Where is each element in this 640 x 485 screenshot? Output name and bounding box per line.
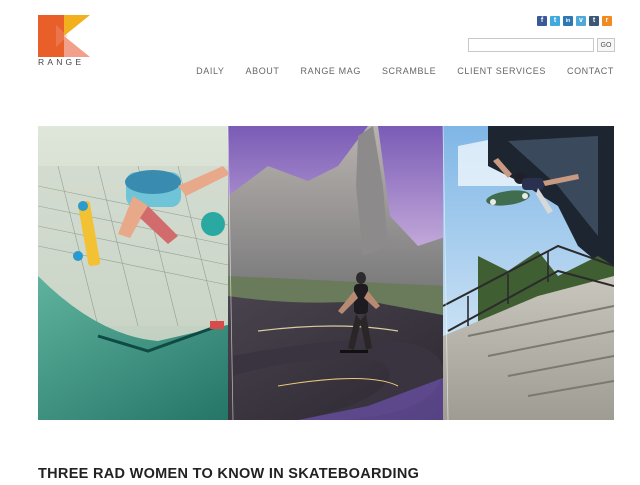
- search-bar: GO: [468, 38, 615, 52]
- main-nav: DAILY ABOUT RANGE MAG SCRAMBLE CLIENT SE…: [196, 66, 614, 76]
- tumblr-icon[interactable]: t: [589, 16, 599, 26]
- search-go-button[interactable]: GO: [597, 38, 615, 52]
- twitter-icon[interactable]: t: [550, 16, 560, 26]
- rss-icon[interactable]: r: [602, 16, 612, 26]
- nav-item-daily[interactable]: DAILY: [196, 66, 224, 76]
- facebook-icon[interactable]: f: [537, 16, 547, 26]
- article-title[interactable]: THREE RAD WOMEN TO KNOW IN SKATEBOARDING: [38, 466, 419, 482]
- nav-item-client-services[interactable]: CLIENT SERVICES: [457, 66, 546, 76]
- logo-wordmark: RANGE: [38, 57, 85, 67]
- nav-item-scramble[interactable]: SCRAMBLE: [382, 66, 436, 76]
- vimeo-icon[interactable]: v: [576, 16, 586, 26]
- linkedin-icon[interactable]: in: [563, 16, 573, 26]
- nav-item-about[interactable]: ABOUT: [246, 66, 280, 76]
- social-icons: f t in v t r: [537, 16, 612, 26]
- hero-image[interactable]: [38, 126, 614, 420]
- nav-item-range-mag[interactable]: RANGE MAG: [301, 66, 361, 76]
- nav-item-contact[interactable]: CONTACT: [567, 66, 614, 76]
- search-input[interactable]: [468, 38, 594, 52]
